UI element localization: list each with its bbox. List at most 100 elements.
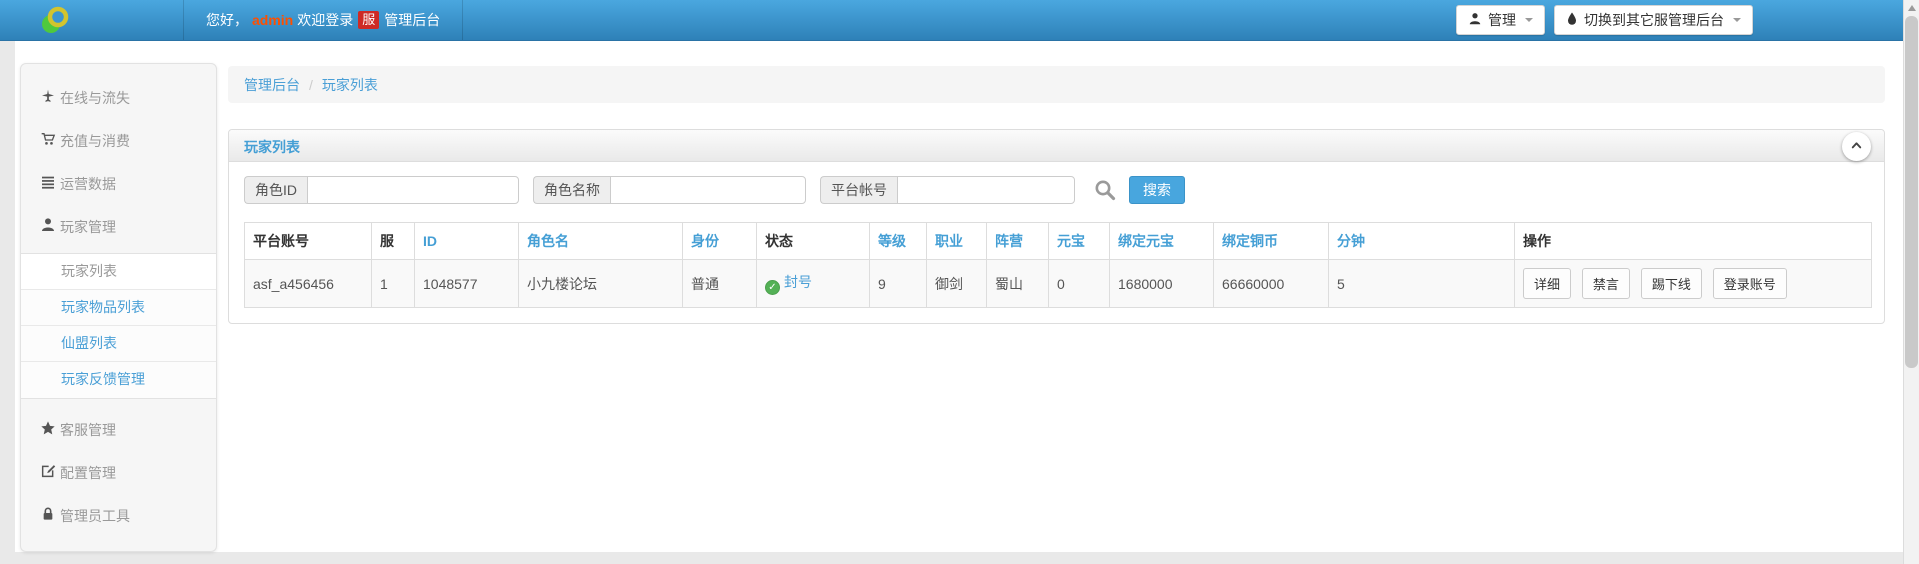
switch-server-button[interactable]: 切换到其它服管理后台 — [1554, 5, 1753, 35]
vertical-scrollbar — [1903, 0, 1919, 564]
role-name-input[interactable] — [610, 176, 806, 204]
main-content: 管理后台 / 玩家列表 玩家列表 角色ID 角色名称 平台帐号 搜索 平台账号 … — [228, 41, 1885, 324]
sidebar-item-label: 配置管理 — [60, 464, 116, 481]
breadcrumb-root-link[interactable]: 管理后台 — [244, 75, 300, 95]
chevron-up-icon — [1849, 138, 1864, 156]
breadcrumb-separator: / — [309, 76, 313, 93]
sidebar-item-admin-tools[interactable]: 管理员工具 — [21, 494, 216, 537]
col-header-bound-yuanbao[interactable]: 绑定元宝 — [1109, 222, 1214, 260]
sidebar-bottom-group: 客服管理 配置管理 管理员工具 — [21, 408, 216, 537]
breadcrumb: 管理后台 / 玩家列表 — [228, 66, 1885, 103]
sidebar-item-label: 运营数据 — [60, 175, 116, 192]
sidebar-item-label: 在线与流失 — [60, 89, 130, 106]
role-name-label: 角色名称 — [533, 176, 610, 204]
sidebar-item-operation-data[interactable]: 运营数据 — [21, 162, 216, 205]
caret-down-icon — [1525, 18, 1533, 22]
col-header-profession[interactable]: 职业 — [926, 222, 987, 260]
cell-identity: 普通 — [682, 259, 757, 308]
user-icon — [1468, 12, 1482, 29]
col-header-platform-account: 平台账号 — [244, 222, 372, 260]
panel-title: 玩家列表 — [244, 139, 300, 155]
cell-bound-yuanbao: 1680000 — [1109, 259, 1214, 308]
plane-icon — [40, 88, 56, 107]
col-header-level[interactable]: 等级 — [869, 222, 927, 260]
platform-account-group: 平台帐号 — [820, 176, 1075, 204]
user-icon — [40, 217, 56, 236]
sidebar-item-player-items-list[interactable]: 玩家物品列表 — [21, 290, 216, 326]
cell-level: 9 — [869, 259, 927, 308]
role-id-group: 角色ID — [244, 176, 519, 204]
player-table: 平台账号 服 ID 角色名 身份 状态 等级 职业 阵营 元宝 绑定元宝 绑定铜… — [244, 222, 1872, 308]
cell-status: ✓ 封号 — [756, 259, 870, 308]
list-icon — [40, 174, 56, 193]
panel-heading: 玩家列表 — [229, 130, 1884, 162]
top-navbar: 您好， admin 欢迎登录 服 管理后台 管理 切换到其它服管理后台 — [0, 0, 1919, 41]
mute-button[interactable]: 禁言 — [1581, 268, 1630, 299]
star-icon — [40, 420, 56, 439]
admin-menu-button[interactable]: 管理 — [1456, 5, 1545, 35]
col-header-role-name[interactable]: 角色名 — [518, 222, 683, 260]
platform-account-input[interactable] — [897, 176, 1075, 204]
player-list-panel: 玩家列表 角色ID 角色名称 平台帐号 搜索 平台账号 服 ID 角色名 身份 … — [228, 129, 1885, 324]
lock-icon — [40, 506, 56, 525]
cell-minutes: 5 — [1328, 259, 1515, 308]
col-header-minutes[interactable]: 分钟 — [1328, 222, 1515, 260]
col-header-bound-copper[interactable]: 绑定铜币 — [1213, 222, 1329, 260]
panel-body: 角色ID 角色名称 平台帐号 搜索 平台账号 服 ID 角色名 身份 状态 等级… — [229, 162, 1884, 323]
col-header-faction[interactable]: 阵营 — [986, 222, 1049, 260]
ban-account-link[interactable]: 封号 — [784, 274, 812, 290]
player-management-submenu: 玩家列表 玩家物品列表 仙盟列表 玩家反馈管理 — [21, 253, 216, 399]
role-name-group: 角色名称 — [533, 176, 806, 204]
sidebar-item-online-churn[interactable]: 在线与流失 — [21, 76, 216, 119]
col-header-id[interactable]: ID — [414, 222, 519, 260]
caret-down-icon — [1733, 18, 1741, 22]
server-badge: 服 — [358, 11, 380, 29]
search-button[interactable]: 搜索 — [1129, 176, 1185, 204]
cell-profession: 御剑 — [926, 259, 987, 308]
cell-actions: 详细 禁言 踢下线 登录账号 — [1514, 259, 1872, 308]
cart-icon — [40, 131, 56, 150]
sidebar: 在线与流失 充值与消费 运营数据 玩家管理 玩家列表 玩家物品列表 仙盟列表 玩… — [20, 63, 217, 552]
edit-icon — [40, 463, 56, 482]
cell-role-name: 小九楼论坛 — [518, 259, 683, 308]
magnifier-icon[interactable] — [1093, 178, 1117, 202]
col-header-server: 服 — [371, 222, 415, 260]
sidebar-item-guild-list[interactable]: 仙盟列表 — [21, 326, 216, 362]
panel-collapse-button[interactable] — [1842, 132, 1871, 161]
welcome-suffix: 管理后台 — [384, 12, 441, 28]
platform-account-label: 平台帐号 — [820, 176, 897, 204]
cell-server: 1 — [371, 259, 415, 308]
kick-offline-button[interactable]: 踢下线 — [1640, 268, 1702, 299]
sidebar-item-customer-service[interactable]: 客服管理 — [21, 408, 216, 451]
col-header-yuanbao[interactable]: 元宝 — [1048, 222, 1110, 260]
welcome-mid: 欢迎登录 — [297, 12, 354, 28]
droplet-icon — [1566, 11, 1578, 29]
breadcrumb-current-link[interactable]: 玩家列表 — [322, 75, 378, 95]
sidebar-item-player-management[interactable]: 玩家管理 — [21, 205, 216, 248]
navbar-buttons: 管理 切换到其它服管理后台 — [1456, 5, 1753, 35]
sidebar-item-label: 客服管理 — [60, 421, 116, 438]
scrollbar-thumb[interactable] — [1905, 16, 1918, 368]
cell-platform-account: asf_a456456 — [244, 259, 372, 308]
sidebar-item-label: 管理员工具 — [60, 507, 130, 524]
scroll-up-arrow-icon[interactable] — [1908, 5, 1916, 11]
login-account-button[interactable]: 登录账号 — [1712, 268, 1787, 299]
cell-yuanbao: 0 — [1048, 259, 1110, 308]
username-text: admin — [252, 12, 294, 28]
check-circle-icon: ✓ — [765, 280, 780, 295]
sidebar-item-player-feedback[interactable]: 玩家反馈管理 — [21, 362, 216, 398]
sidebar-item-player-list[interactable]: 玩家列表 — [21, 254, 216, 290]
sidebar-item-label: 玩家管理 — [60, 218, 116, 235]
table-header-row: 平台账号 服 ID 角色名 身份 状态 等级 职业 阵营 元宝 绑定元宝 绑定铜… — [244, 222, 1872, 260]
admin-menu-label: 管理 — [1488, 12, 1516, 28]
role-id-input[interactable] — [307, 176, 519, 204]
welcome-prefix: 您好， — [206, 12, 248, 28]
sidebar-item-config-management[interactable]: 配置管理 — [21, 451, 216, 494]
sidebar-item-label: 充值与消费 — [60, 132, 130, 149]
cell-bound-copper: 66660000 — [1213, 259, 1329, 308]
detail-button[interactable]: 详细 — [1523, 268, 1572, 299]
sidebar-item-recharge-consume[interactable]: 充值与消费 — [21, 119, 216, 162]
col-header-status: 状态 — [756, 222, 870, 260]
col-header-identity[interactable]: 身份 — [682, 222, 757, 260]
welcome-message: 您好， admin 欢迎登录 服 管理后台 — [183, 0, 464, 40]
